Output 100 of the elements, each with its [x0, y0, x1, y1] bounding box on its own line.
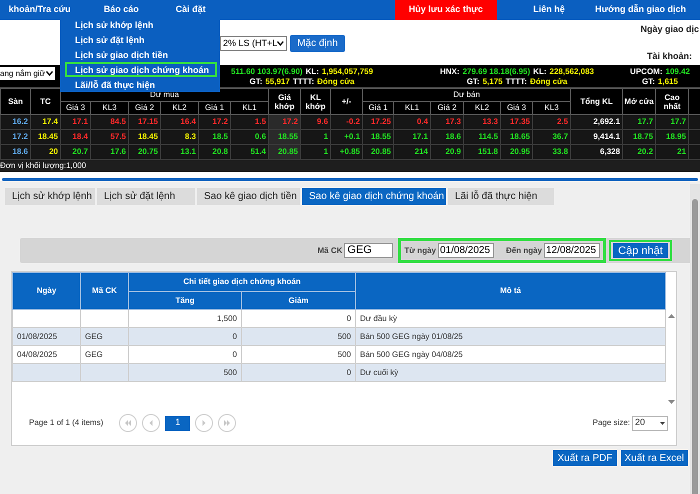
board-cell: 16.2 — [0, 114, 30, 130]
board-cell: 1 — [300, 144, 331, 160]
board-cell: 18.65 — [500, 130, 533, 144]
board-cell: 18.75 — [622, 130, 656, 144]
column-group-header: Chi tiết giao dịch chứng khoán — [128, 272, 356, 292]
left-arrow-icon — [147, 419, 156, 427]
board-cell: 0.4 — [394, 114, 431, 130]
symbol-field[interactable]: GEG — [344, 243, 394, 258]
table-cell: GEG — [85, 350, 103, 358]
board-cell: 18.55 — [362, 130, 394, 144]
board-cell: 8.3 — [160, 130, 198, 144]
table-cell: Bán 500 GEG ngày 04/08/25 — [360, 350, 463, 358]
account-label: Tài khoản: — [646, 50, 692, 63]
column-header: Sàn — [0, 88, 30, 114]
page-size-select[interactable]: 20 — [632, 416, 668, 430]
page-scrollbar[interactable] — [690, 184, 700, 494]
scroll-up-icon[interactable] — [668, 314, 674, 318]
column-header: Mô tả — [356, 272, 666, 310]
board-cell: 17.1 — [394, 130, 431, 144]
board-cell: 20.8 — [198, 144, 230, 160]
board-cell: 1 — [300, 130, 331, 144]
board-cell: 17.2 — [268, 114, 301, 130]
table-cell: 1,500 — [216, 314, 237, 322]
column-header: Ngày — [12, 272, 80, 310]
first-page-button[interactable] — [119, 414, 138, 432]
tab[interactable]: Lịch sử đặt lệnh — [97, 188, 195, 205]
board-cell: 1.5 — [230, 114, 269, 130]
board-cell: 17.3 — [430, 114, 464, 130]
board-cell: 17.15 — [128, 114, 160, 130]
to-date-field[interactable]: 12/08/2025 — [544, 243, 600, 258]
trade-date-label: Ngày giao dịc — [640, 23, 699, 36]
index-summary-line: UPCOM: 109.42 — [630, 67, 690, 77]
table-cell: 500 — [224, 368, 237, 376]
board-cell: +0.1 — [330, 130, 363, 144]
tab[interactable]: Sao kê giao dịch chứng khoán — [302, 188, 446, 205]
menu-item[interactable]: Lịch sử giao dịch chứng khoán — [65, 62, 218, 77]
board-cell: 13.3 — [464, 114, 501, 130]
board-cell: 17.4 — [30, 114, 60, 130]
column-group-header: Dư bán — [362, 88, 571, 102]
board-cell: 17.35 — [500, 114, 533, 130]
from-date-field[interactable]: 01/08/2025 — [438, 243, 494, 258]
board-cell: 18.6 — [0, 144, 30, 160]
tab[interactable]: Sao kê giao dịch tiền — [197, 188, 300, 205]
double-left-arrow-icon — [124, 419, 132, 427]
double-right-arrow-icon — [223, 419, 232, 427]
board-cell: 18.45 — [128, 130, 160, 144]
table-cell: 0 — [346, 314, 352, 322]
board-cell: 18.45 — [30, 130, 60, 144]
default-button[interactable]: Mặc định — [290, 35, 345, 52]
next-page-button[interactable] — [195, 414, 214, 432]
export-button[interactable]: Xuất ra PDF — [553, 450, 617, 466]
table-cell: Dư cuối kỳ — [360, 368, 398, 376]
menu-item[interactable]: Lịch sử giao dịch tiền — [65, 47, 176, 62]
symbol-label: Mã CK — [318, 244, 342, 256]
page-size-label: Page size: — [592, 417, 630, 429]
board-cell: 57.5 — [90, 130, 128, 144]
board-cell: 2,692.1 — [570, 114, 623, 130]
scroll-down-icon[interactable] — [668, 400, 674, 404]
table-cell: Bán 500 GEG ngày 01/08/25 — [360, 332, 463, 340]
table-cell: GEG — [85, 332, 103, 340]
board-cell: 17.25 — [362, 114, 394, 130]
table-cell: 500 — [338, 350, 352, 358]
chevron-icon — [277, 41, 284, 46]
page-button[interactable]: 1 — [165, 416, 190, 430]
update-button[interactable]: Cập nhật — [613, 243, 668, 258]
chevron-icon — [46, 71, 53, 76]
index-summary-line: GT: 1,615 — [642, 77, 678, 87]
board-cell: 214 — [394, 144, 431, 160]
menu-item[interactable]: Lịch sử đặt lệnh — [65, 32, 153, 47]
index-summary-line: GT: 55,917 TTTT: Đóng cửa — [249, 77, 355, 87]
table-cell: Dư đầu kỳ — [360, 314, 397, 322]
right-arrow-icon — [200, 419, 208, 427]
table-cell: 500 — [338, 332, 352, 340]
board-cell: 20.95 — [500, 144, 533, 160]
board-cell: 20.9 — [430, 144, 464, 160]
board-cell: 51.4 — [230, 144, 269, 160]
menu-item[interactable]: Lịch sử khớp lệnh — [65, 17, 162, 32]
previous-page-button[interactable] — [142, 414, 160, 432]
holding-select[interactable]: ang nắm giữ — [0, 67, 55, 80]
index-summary-line: HNX: 279.69 18.18(6.95) KL: 228,562,083 — [440, 67, 594, 77]
index-summary-line: 511.60 103.97(6.90) KL: 1,954,057,759 — [230, 67, 374, 77]
margin-select[interactable]: 2% LS (HT+L — [220, 36, 287, 51]
tab[interactable]: Lịch sử khớp lệnh — [5, 188, 95, 205]
export-button[interactable]: Xuất ra Excel — [620, 450, 688, 466]
last-page-button[interactable] — [218, 414, 236, 432]
board-cell: 0.6 — [230, 130, 269, 144]
board-cell: 20.85 — [268, 144, 301, 160]
table-cell: 04/08/2025 — [17, 350, 58, 358]
board-cell: 18.55 — [268, 130, 301, 144]
board-cell: 21 — [656, 144, 689, 160]
board-cell: 114.5 — [464, 130, 501, 144]
board-cell: 17.7 — [622, 114, 656, 130]
board-cell: 18.6 — [430, 130, 464, 144]
board-cell: 151.8 — [464, 144, 501, 160]
board-cell: 20.7 — [60, 144, 90, 160]
board-cell: 6,328 — [570, 144, 623, 160]
tab[interactable]: Lãi lỗ đã thực hiện — [448, 188, 554, 205]
board-cell: 18.4 — [60, 130, 90, 144]
board-cell: 9.6 — [300, 114, 331, 130]
board-cell: 13.1 — [160, 144, 198, 160]
